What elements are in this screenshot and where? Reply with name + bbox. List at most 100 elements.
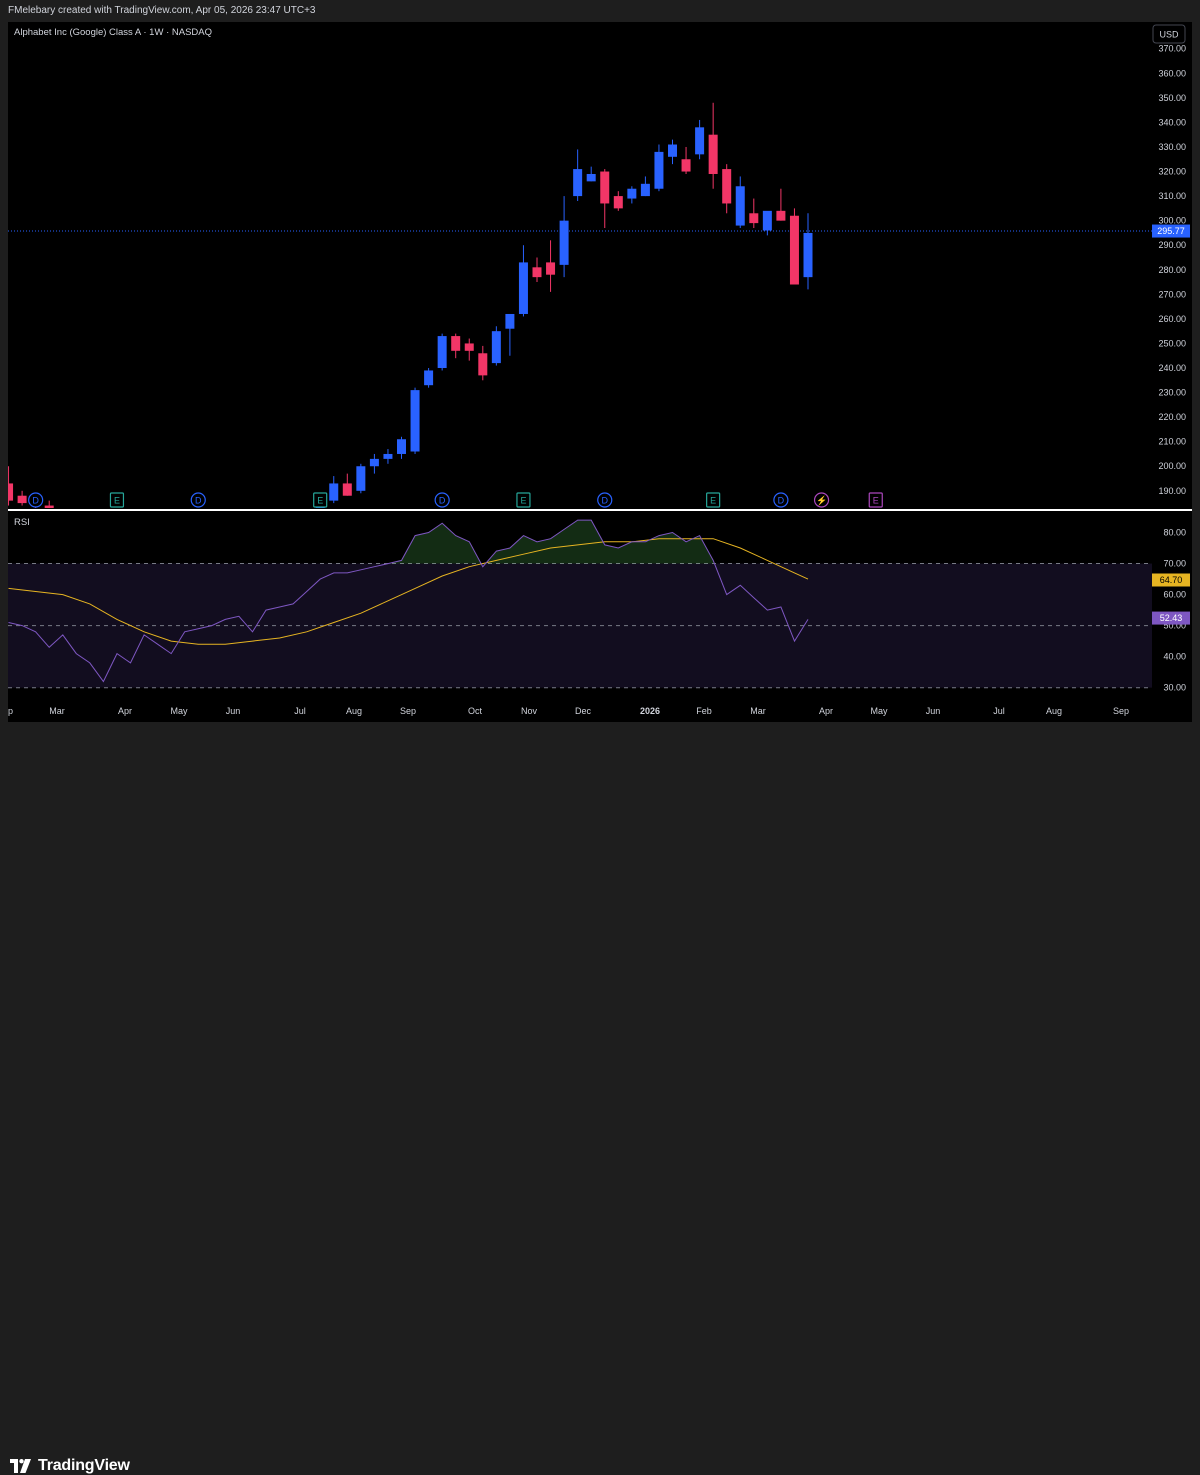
price-tick-label: 360.00 — [1158, 68, 1186, 78]
price-tick-label: 280.00 — [1158, 265, 1186, 275]
candle-body — [735, 186, 745, 226]
candle-body — [518, 262, 528, 314]
time-tick-label: Jun — [226, 706, 241, 716]
tradingview-logo-icon — [10, 1459, 31, 1473]
time-tick-label: Jul — [993, 706, 1005, 716]
price-tick-label: 220.00 — [1158, 412, 1186, 422]
event-letter: E — [710, 496, 716, 506]
rsi-tick-label: 80.00 — [1163, 528, 1186, 538]
candle-body — [44, 505, 54, 508]
rsi-title: RSI — [14, 517, 30, 528]
candle-body — [464, 343, 474, 351]
price-tick-label: 320.00 — [1158, 167, 1186, 177]
price-label-badge: 295.77 — [1152, 224, 1190, 238]
price-tick-label: 330.00 — [1158, 142, 1186, 152]
event-marker-dividend[interactable]: D — [597, 492, 613, 508]
event-letter: D — [778, 496, 785, 506]
price-tick-label: 310.00 — [1158, 191, 1186, 201]
event-marker-dividend[interactable]: D — [190, 492, 206, 508]
candle-body — [640, 183, 650, 197]
candle-body — [708, 134, 718, 174]
candle-body — [559, 220, 569, 265]
candle-body — [410, 390, 420, 452]
currency-button[interactable]: USD — [1152, 24, 1186, 44]
chart-svg[interactable]: 190.00 200.00 210.00 220.00 230.00 240.00 250.… — [4, 22, 1192, 722]
candle — [424, 368, 434, 388]
time-tick-label: Jun — [926, 706, 941, 716]
candle-body — [627, 188, 637, 199]
rsi-tick-label: 40.00 — [1163, 652, 1186, 662]
event-marker-dividend[interactable]: D — [434, 492, 450, 508]
event-letter: E — [317, 496, 323, 506]
candle-body — [668, 144, 677, 157]
event-marker-earnings[interactable]: E — [868, 492, 883, 508]
event-marker-earnings[interactable]: E — [706, 492, 721, 508]
candle-body — [424, 370, 434, 386]
time-tick-label: 2026 — [640, 706, 660, 716]
price-tick-label: 240.00 — [1158, 363, 1186, 373]
candle-body — [695, 127, 705, 155]
candle — [789, 208, 799, 285]
event-letter: E — [114, 496, 120, 506]
candle-body — [749, 213, 759, 224]
currency-label: USD — [1159, 30, 1179, 40]
tradingview-brand: TradingView — [38, 1457, 130, 1474]
time-tick-label: Dec — [575, 706, 592, 716]
time-tick-label: Aug — [346, 706, 362, 716]
candle — [356, 463, 366, 494]
candle-body — [356, 466, 366, 491]
candle-body — [532, 267, 542, 278]
event-letter: D — [439, 496, 446, 506]
candle-body — [654, 151, 664, 189]
candle-body — [586, 173, 596, 182]
time-tick-label: May — [870, 706, 888, 716]
price-tick-label: 370.00 — [1158, 44, 1186, 54]
time-tick-label: Apr — [819, 706, 833, 716]
credit-text: FMelebary created with TradingView.com, … — [8, 5, 316, 16]
price-tick-label: 300.00 — [1158, 216, 1186, 226]
candle-body — [437, 336, 447, 369]
candle — [410, 387, 420, 454]
event-marker-dividend[interactable]: D — [773, 492, 789, 508]
candle-body — [573, 169, 583, 197]
chart-area[interactable]: 190.00 200.00 210.00 220.00 230.00 240.00 250.… — [4, 22, 1192, 722]
rsi-ma-value: 64.70 — [1160, 575, 1183, 585]
candle-body — [17, 495, 27, 504]
price-tick-label: 260.00 — [1158, 314, 1186, 324]
price-tick-label: 210.00 — [1158, 437, 1186, 447]
candle-body — [451, 336, 461, 351]
time-tick-label: p — [8, 706, 13, 716]
event-marker-split[interactable]: ⚡ — [813, 492, 830, 508]
candle-body — [478, 353, 488, 376]
candle-body — [722, 169, 732, 204]
candle-body — [546, 262, 556, 275]
chart-title: Alphabet Inc (Google) Class A · 1W · NAS… — [14, 27, 212, 38]
candle-body — [397, 439, 406, 454]
event-marker-earnings[interactable]: E — [516, 492, 531, 508]
event-marker-earnings[interactable]: E — [313, 492, 328, 508]
time-tick-label: Mar — [750, 706, 766, 716]
rsi-badge: 52.43 — [1152, 611, 1190, 625]
candle-body — [505, 313, 515, 329]
time-tick-label: Sep — [1113, 706, 1129, 716]
price-tick-label: 230.00 — [1158, 388, 1186, 398]
rsi-tick-label: 30.00 — [1163, 683, 1186, 693]
price-tick-label: 350.00 — [1158, 93, 1186, 103]
candle-body — [4, 483, 14, 501]
time-tick-label: Sep — [400, 706, 416, 716]
time-tick-label: Nov — [521, 706, 538, 716]
event-marker-earnings[interactable]: E — [109, 492, 125, 508]
event-letter: E — [873, 496, 879, 506]
rsi-tick-label: 70.00 — [1163, 559, 1186, 569]
event-letter: ⚡ — [816, 495, 827, 507]
candle — [437, 333, 447, 371]
time-tick-label: Jul — [294, 706, 306, 716]
candle — [491, 326, 501, 366]
header-bar: FMelebary created with TradingView.com, … — [0, 0, 1200, 22]
price-tick-label: 200.00 — [1158, 461, 1186, 471]
price-tick-label: 250.00 — [1158, 338, 1186, 348]
candle-body — [681, 159, 691, 172]
rsi-ma-badge: 64.70 — [1152, 573, 1190, 587]
tradingview-logo[interactable]: TradingView — [10, 1457, 130, 1475]
event-marker-dividend[interactable]: D — [28, 492, 44, 508]
